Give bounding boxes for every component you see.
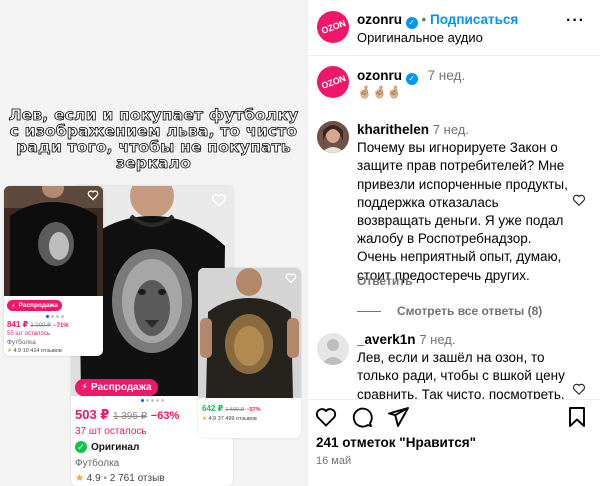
sale-label: Распродажа <box>91 382 152 393</box>
bookmark-icon[interactable] <box>565 405 589 429</box>
post-username-row: ozonru ✓ 7 нед. <box>357 68 465 85</box>
rating-row: ★ 4.9 ▪ 2 761 отзыв <box>75 473 165 484</box>
discount: −63% <box>150 410 180 422</box>
price: 642 ₽ 1 500 ₽ −57% <box>202 404 261 413</box>
comment-time: 7 нед. <box>432 122 469 137</box>
price-value: 503 ₽ <box>75 407 110 422</box>
divider <box>308 399 600 400</box>
star-icon: ★ <box>75 473 84 484</box>
rating-row: ★ 4.9 10 414 отзывов <box>7 348 62 354</box>
post-date: 16 май <box>316 455 352 467</box>
replies-line <box>357 310 381 312</box>
product-image-lion-tshirt <box>4 186 103 296</box>
post-text: 🤞🏼🤞🏼🤞🏼 <box>357 85 402 99</box>
carousel-dots <box>46 315 64 318</box>
favorite-heart-icon[interactable] <box>285 272 297 284</box>
view-replies-button[interactable]: Смотреть все ответы (8) <box>357 304 542 318</box>
comment-time: 7 нед. <box>419 332 456 347</box>
comment: kharithelen 7 нед. Почему вы игнорируете… <box>357 121 572 285</box>
comment-heart-icon[interactable] <box>572 193 586 207</box>
avatar[interactable]: OZON <box>317 66 349 98</box>
avatar-text: OZON <box>319 73 347 91</box>
product-card-right: 642 ₽ 1 500 ₽ −57% ★ 4.9 37 499 отзывов <box>198 268 301 438</box>
header-username[interactable]: ozonru <box>357 12 402 27</box>
caption-line: зеркало <box>116 154 192 172</box>
favorite-heart-icon[interactable] <box>87 189 99 201</box>
verified-icon: ✓ <box>405 17 418 29</box>
star-icon: ★ <box>202 416 207 422</box>
action-bar <box>308 405 600 431</box>
original-badge: ✓ Оригинал <box>75 441 139 453</box>
product-image-lion-tshirt <box>198 268 301 398</box>
original-label: Оригинал <box>91 441 140 453</box>
media-caption: Лев, если и покупает футболку с изображе… <box>6 106 301 172</box>
post-sidebar: OZON ozonru ✓ • Подписаться Оригинальное… <box>307 0 600 486</box>
old-price: 3 000 ₽ <box>30 323 51 329</box>
caption-line: ради того, чтобы не покупать <box>16 138 291 156</box>
follow-button[interactable]: Подписаться <box>430 12 518 27</box>
rating-value: 4.9 <box>208 416 217 422</box>
favorite-heart-icon[interactable] <box>211 192 227 208</box>
more-icon[interactable]: ··· <box>566 12 585 30</box>
price-value: 642 ₽ <box>202 404 224 413</box>
reviews-count: 37 499 отзывов <box>217 416 257 422</box>
discount: −57% <box>246 407 261 413</box>
header-username-row: ozonru ✓ • Подписаться <box>357 12 518 29</box>
separator-dot: • <box>421 12 427 27</box>
audio-label[interactable]: Оригинальное аудио <box>357 30 483 45</box>
reply-button[interactable]: Ответить <box>357 274 412 288</box>
avatar[interactable] <box>317 121 349 153</box>
sale-label: Распродажа <box>18 302 58 309</box>
default-avatar-icon <box>317 333 349 365</box>
product-card-left: ⚡ Распродажа 841 ₽ 3 000 ₽ −71% 55 шт ост… <box>4 186 103 356</box>
star-icon: ★ <box>7 348 12 354</box>
caption-line: Лев, если и покупает футболку <box>8 106 299 124</box>
view-replies-label: Смотреть все ответы (8) <box>397 304 543 318</box>
check-icon: ✓ <box>75 441 87 453</box>
comment-username[interactable]: _averk1n <box>357 332 416 347</box>
rating-value: 4.9 <box>86 473 101 484</box>
bolt-icon: ⚡ <box>81 382 89 393</box>
avatar-image <box>317 121 349 153</box>
post-media[interactable]: Лев, если и покупает футболку с изображе… <box>0 0 307 486</box>
carousel-dots <box>141 399 164 402</box>
post-time: 7 нед. <box>427 68 466 83</box>
avatar-text: OZON <box>319 18 347 36</box>
stock-left: 37 шт осталось <box>75 426 147 437</box>
likes-count[interactable]: 241 отметок "Нравится" <box>316 435 476 450</box>
product-kind: Футболка <box>75 458 120 469</box>
sale-badge: ⚡ Распродажа <box>75 379 158 396</box>
reviews-count: 2 761 отзыв <box>109 473 165 484</box>
product-kind: Футболка <box>7 339 36 346</box>
reviews-icon: ▪ <box>103 473 107 484</box>
verified-icon: ✓ <box>405 73 418 85</box>
avatar[interactable] <box>317 333 349 365</box>
sale-badge: ⚡ Распродажа <box>7 300 62 311</box>
discount: −71% <box>53 323 69 329</box>
comment: _averk1n 7 нед. Лев, если и зашёл на озо… <box>357 331 572 399</box>
divider <box>308 55 600 56</box>
comment-text: Почему вы игнорируете Закон о защите пра… <box>357 140 568 283</box>
share-icon[interactable] <box>386 405 410 429</box>
comment-icon[interactable] <box>350 405 374 429</box>
rating-value: 4.9 <box>13 348 22 354</box>
price: 503 ₽ 1 395 ₽ −63% <box>75 407 179 423</box>
old-price: 1 500 ₽ <box>225 407 245 413</box>
reviews-count: 10 414 отзывов <box>22 348 62 354</box>
heart-icon[interactable] <box>314 405 338 429</box>
comment-heart-icon[interactable] <box>572 382 586 396</box>
stock-left: 55 шт осталось <box>7 331 50 337</box>
comment-username[interactable]: kharithelen <box>357 122 429 137</box>
post-username[interactable]: ozonru <box>357 68 402 83</box>
bolt-icon: ⚡ <box>11 302 16 310</box>
caption-line: с изображением льва, то чисто <box>9 122 298 140</box>
comment-text: Лев, если и зашёл на озон, то только рад… <box>357 350 565 399</box>
price: 841 ₽ 3 000 ₽ −71% <box>7 320 69 329</box>
old-price: 1 395 ₽ <box>112 411 148 422</box>
avatar[interactable]: OZON <box>317 11 349 43</box>
price-value: 841 ₽ <box>7 320 29 329</box>
rating-row: ★ 4.9 37 499 отзывов <box>202 416 257 422</box>
